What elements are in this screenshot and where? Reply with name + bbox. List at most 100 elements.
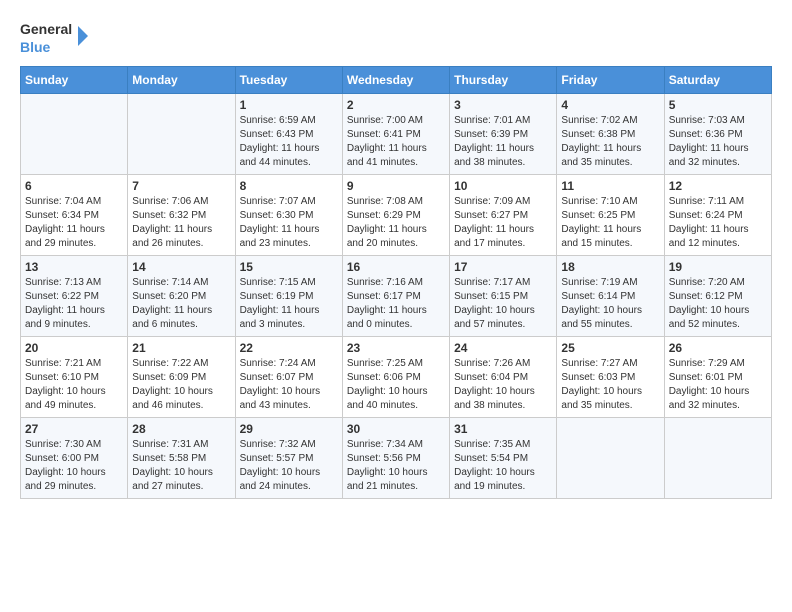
page-header: General Blue (20, 16, 772, 58)
day-number: 26 (669, 341, 767, 355)
calendar-cell: 24 Sunrise: 7:26 AM Sunset: 6:04 PM Dayli… (450, 337, 557, 418)
day-info: Sunrise: 7:14 AM Sunset: 6:20 PM Dayligh… (132, 276, 230, 332)
calendar-cell (664, 418, 771, 499)
calendar-cell: 16 Sunrise: 7:16 AM Sunset: 6:17 PM Dayli… (342, 256, 449, 337)
calendar-cell: 5Sunrise: 7:03 AM Sunset: 6:36 PM Daylig… (664, 94, 771, 175)
calendar-header-row: SundayMondayTuesdayWednesdayThursdayFrid… (21, 67, 772, 94)
day-number: 22 (240, 341, 338, 355)
day-info: Sunrise: 7:29 AM Sunset: 6:01 PM Dayligh… (669, 357, 767, 413)
day-info: Sunrise: 7:04 AM Sunset: 6:34 PM Dayligh… (25, 195, 123, 251)
day-info: Sunrise: 7:06 AM Sunset: 6:32 PM Dayligh… (132, 195, 230, 251)
day-header-sunday: Sunday (21, 67, 128, 94)
calendar-cell: 6Sunrise: 7:04 AM Sunset: 6:34 PM Daylig… (21, 175, 128, 256)
day-number: 14 (132, 260, 230, 274)
calendar-cell: 1 Sunrise: 6:59 AM Sunset: 6:43 PM Daylig… (235, 94, 342, 175)
calendar-cell: 22 Sunrise: 7:24 AM Sunset: 6:07 PM Dayli… (235, 337, 342, 418)
svg-text:Blue: Blue (20, 39, 51, 55)
day-number: 29 (240, 422, 338, 436)
day-info: Sunrise: 7:11 AM Sunset: 6:24 PM Dayligh… (669, 195, 767, 251)
day-number: 11 (561, 179, 659, 193)
calendar-cell: 10Sunrise: 7:09 AM Sunset: 6:27 PM Dayli… (450, 175, 557, 256)
day-info: Sunrise: 7:26 AM Sunset: 6:04 PM Dayligh… (454, 357, 552, 413)
day-header-saturday: Saturday (664, 67, 771, 94)
day-info: Sunrise: 7:27 AM Sunset: 6:03 PM Dayligh… (561, 357, 659, 413)
day-info: Sunrise: 7:08 AM Sunset: 6:29 PM Dayligh… (347, 195, 445, 251)
day-info: Sunrise: 7:21 AM Sunset: 6:10 PM Dayligh… (25, 357, 123, 413)
day-info: Sunrise: 7:31 AM Sunset: 5:58 PM Dayligh… (132, 438, 230, 494)
calendar-cell: 11Sunrise: 7:10 AM Sunset: 6:25 PM Dayli… (557, 175, 664, 256)
day-header-wednesday: Wednesday (342, 67, 449, 94)
day-info: Sunrise: 7:00 AM Sunset: 6:41 PM Dayligh… (347, 114, 445, 170)
logo-svg: General Blue (20, 16, 90, 58)
calendar-cell: 8 Sunrise: 7:07 AM Sunset: 6:30 PM Daylig… (235, 175, 342, 256)
day-header-tuesday: Tuesday (235, 67, 342, 94)
day-info: Sunrise: 7:25 AM Sunset: 6:06 PM Dayligh… (347, 357, 445, 413)
day-info: Sunrise: 7:19 AM Sunset: 6:14 PM Dayligh… (561, 276, 659, 332)
calendar-cell: 21Sunrise: 7:22 AM Sunset: 6:09 PM Dayli… (128, 337, 235, 418)
day-number: 2 (347, 98, 445, 112)
day-number: 20 (25, 341, 123, 355)
day-info: Sunrise: 7:32 AM Sunset: 5:57 PM Dayligh… (240, 438, 338, 494)
day-header-monday: Monday (128, 67, 235, 94)
day-number: 19 (669, 260, 767, 274)
day-number: 3 (454, 98, 552, 112)
calendar-cell: 25 Sunrise: 7:27 AM Sunset: 6:03 PM Dayli… (557, 337, 664, 418)
calendar-week-row: 13 Sunrise: 7:13 AM Sunset: 6:22 PM Dayli… (21, 256, 772, 337)
calendar-cell: 28 Sunrise: 7:31 AM Sunset: 5:58 PM Dayli… (128, 418, 235, 499)
calendar-cell: 27Sunrise: 7:30 AM Sunset: 6:00 PM Dayli… (21, 418, 128, 499)
day-number: 12 (669, 179, 767, 193)
day-info: Sunrise: 7:13 AM Sunset: 6:22 PM Dayligh… (25, 276, 123, 332)
day-header-friday: Friday (557, 67, 664, 94)
day-info: Sunrise: 7:07 AM Sunset: 6:30 PM Dayligh… (240, 195, 338, 251)
day-number: 4 (561, 98, 659, 112)
day-info: Sunrise: 7:15 AM Sunset: 6:19 PM Dayligh… (240, 276, 338, 332)
calendar-cell: 12 Sunrise: 7:11 AM Sunset: 6:24 PM Dayli… (664, 175, 771, 256)
day-number: 15 (240, 260, 338, 274)
day-number: 31 (454, 422, 552, 436)
calendar-cell: 3 Sunrise: 7:01 AM Sunset: 6:39 PM Daylig… (450, 94, 557, 175)
calendar-cell: 7 Sunrise: 7:06 AM Sunset: 6:32 PM Daylig… (128, 175, 235, 256)
day-info: Sunrise: 7:01 AM Sunset: 6:39 PM Dayligh… (454, 114, 552, 170)
day-header-thursday: Thursday (450, 67, 557, 94)
day-info: Sunrise: 7:03 AM Sunset: 6:36 PM Dayligh… (669, 114, 767, 170)
day-number: 24 (454, 341, 552, 355)
calendar-cell: 19 Sunrise: 7:20 AM Sunset: 6:12 PM Dayli… (664, 256, 771, 337)
day-number: 10 (454, 179, 552, 193)
day-number: 27 (25, 422, 123, 436)
calendar-cell: 18 Sunrise: 7:19 AM Sunset: 6:14 PM Dayli… (557, 256, 664, 337)
day-info: Sunrise: 6:59 AM Sunset: 6:43 PM Dayligh… (240, 114, 338, 170)
day-number: 7 (132, 179, 230, 193)
day-info: Sunrise: 7:20 AM Sunset: 6:12 PM Dayligh… (669, 276, 767, 332)
calendar-cell: 17Sunrise: 7:17 AM Sunset: 6:15 PM Dayli… (450, 256, 557, 337)
calendar-cell: 20 Sunrise: 7:21 AM Sunset: 6:10 PM Dayli… (21, 337, 128, 418)
day-number: 13 (25, 260, 123, 274)
day-number: 25 (561, 341, 659, 355)
day-number: 18 (561, 260, 659, 274)
calendar-week-row: 6Sunrise: 7:04 AM Sunset: 6:34 PM Daylig… (21, 175, 772, 256)
day-number: 9 (347, 179, 445, 193)
calendar-table: SundayMondayTuesdayWednesdayThursdayFrid… (20, 66, 772, 499)
calendar-cell: 31 Sunrise: 7:35 AM Sunset: 5:54 PM Dayli… (450, 418, 557, 499)
day-info: Sunrise: 7:16 AM Sunset: 6:17 PM Dayligh… (347, 276, 445, 332)
day-info: Sunrise: 7:17 AM Sunset: 6:15 PM Dayligh… (454, 276, 552, 332)
day-info: Sunrise: 7:34 AM Sunset: 5:56 PM Dayligh… (347, 438, 445, 494)
calendar-cell: 30Sunrise: 7:34 AM Sunset: 5:56 PM Dayli… (342, 418, 449, 499)
day-number: 23 (347, 341, 445, 355)
calendar-cell: 13 Sunrise: 7:13 AM Sunset: 6:22 PM Dayli… (21, 256, 128, 337)
calendar-cell (557, 418, 664, 499)
calendar-week-row: 1 Sunrise: 6:59 AM Sunset: 6:43 PM Daylig… (21, 94, 772, 175)
calendar-cell: 4Sunrise: 7:02 AM Sunset: 6:38 PM Daylig… (557, 94, 664, 175)
calendar-cell (128, 94, 235, 175)
day-number: 1 (240, 98, 338, 112)
day-number: 8 (240, 179, 338, 193)
calendar-cell: 23 Sunrise: 7:25 AM Sunset: 6:06 PM Dayli… (342, 337, 449, 418)
svg-text:General: General (20, 21, 72, 37)
day-info: Sunrise: 7:24 AM Sunset: 6:07 PM Dayligh… (240, 357, 338, 413)
day-number: 28 (132, 422, 230, 436)
day-number: 16 (347, 260, 445, 274)
day-info: Sunrise: 7:35 AM Sunset: 5:54 PM Dayligh… (454, 438, 552, 494)
calendar-cell: 15 Sunrise: 7:15 AM Sunset: 6:19 PM Dayli… (235, 256, 342, 337)
calendar-cell: 26 Sunrise: 7:29 AM Sunset: 6:01 PM Dayli… (664, 337, 771, 418)
day-info: Sunrise: 7:22 AM Sunset: 6:09 PM Dayligh… (132, 357, 230, 413)
calendar-cell: 9 Sunrise: 7:08 AM Sunset: 6:29 PM Daylig… (342, 175, 449, 256)
